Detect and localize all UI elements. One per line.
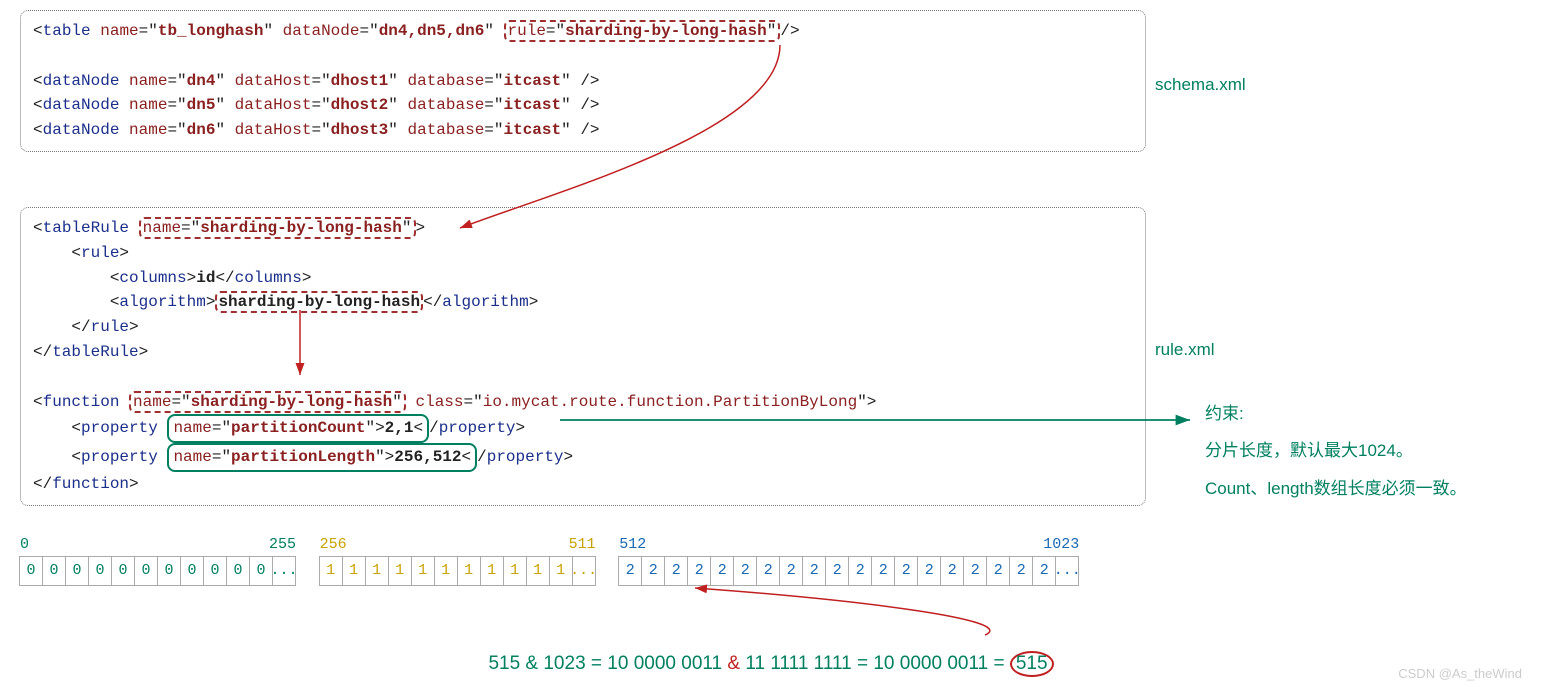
- partition-cell: 2: [1009, 556, 1033, 586]
- partition-cell: 2: [848, 556, 872, 586]
- partition-cell: 2: [986, 556, 1010, 586]
- schema-label: schema.xml: [1155, 75, 1246, 95]
- partition-cell: 2: [687, 556, 711, 586]
- partition-cell: ...: [1055, 556, 1079, 586]
- partition-cell: 0: [203, 556, 227, 586]
- partition-strip: 00000000000...0255 11111111111...256511 …: [20, 556, 1522, 586]
- partition-cell: 2: [871, 556, 895, 586]
- partition-cell: 1: [503, 556, 527, 586]
- partition-cell: 1: [342, 556, 366, 586]
- partition-cell: 2: [825, 556, 849, 586]
- partition-cell: 0: [249, 556, 273, 586]
- partition-cell: 1: [457, 556, 481, 586]
- partition-cell: 2: [779, 556, 803, 586]
- partition-cell: 0: [180, 556, 204, 586]
- partition-cell: 2: [963, 556, 987, 586]
- partition-cell: 1: [434, 556, 458, 586]
- partition-cell: 2: [940, 556, 964, 586]
- partition-cell: 2: [756, 556, 780, 586]
- partition-cell: 1: [549, 556, 573, 586]
- partition-cell: 2: [733, 556, 757, 586]
- partition-cell: 1: [365, 556, 389, 586]
- partition-cell: 2: [710, 556, 734, 586]
- partition-cell: 1: [411, 556, 435, 586]
- schema-xml-box: <table name="tb_longhash" dataNode="dn4,…: [20, 10, 1146, 152]
- partition-cell: 0: [134, 556, 158, 586]
- rule-label: rule.xml: [1155, 340, 1215, 360]
- partition-cell: 0: [226, 556, 250, 586]
- partition-cell: 0: [19, 556, 43, 586]
- constraint-text: 约束: 分片长度，默认最大1024。 Count、length数组长度必须一致。: [1205, 395, 1467, 507]
- partition-cell: 1: [526, 556, 550, 586]
- partition-cell: 1: [480, 556, 504, 586]
- partition-cell: 2: [917, 556, 941, 586]
- partition-cell: 1: [388, 556, 412, 586]
- partition-cell: 0: [42, 556, 66, 586]
- partition-cell: 2: [618, 556, 642, 586]
- partition-cell: 2: [641, 556, 665, 586]
- partition-cell: 1: [319, 556, 343, 586]
- partition-cell: 2: [894, 556, 918, 586]
- partition-cell: 2: [802, 556, 826, 586]
- partition-cell: 0: [65, 556, 89, 586]
- partition-cell: 0: [157, 556, 181, 586]
- rule-xml-box: <tableRule name="sharding-by-long-hash">…: [20, 207, 1146, 506]
- partition-cell: 2: [1032, 556, 1056, 586]
- partition-cell: ...: [572, 556, 596, 586]
- partition-cell: 0: [111, 556, 135, 586]
- watermark: CSDN @As_theWind: [1398, 666, 1522, 681]
- partition-cell: 2: [664, 556, 688, 586]
- formula: 515 & 1023 = 10 0000 0011 & 11 1111 1111…: [20, 651, 1522, 677]
- partition-cell: ...: [272, 556, 296, 586]
- partition-cell: 0: [88, 556, 112, 586]
